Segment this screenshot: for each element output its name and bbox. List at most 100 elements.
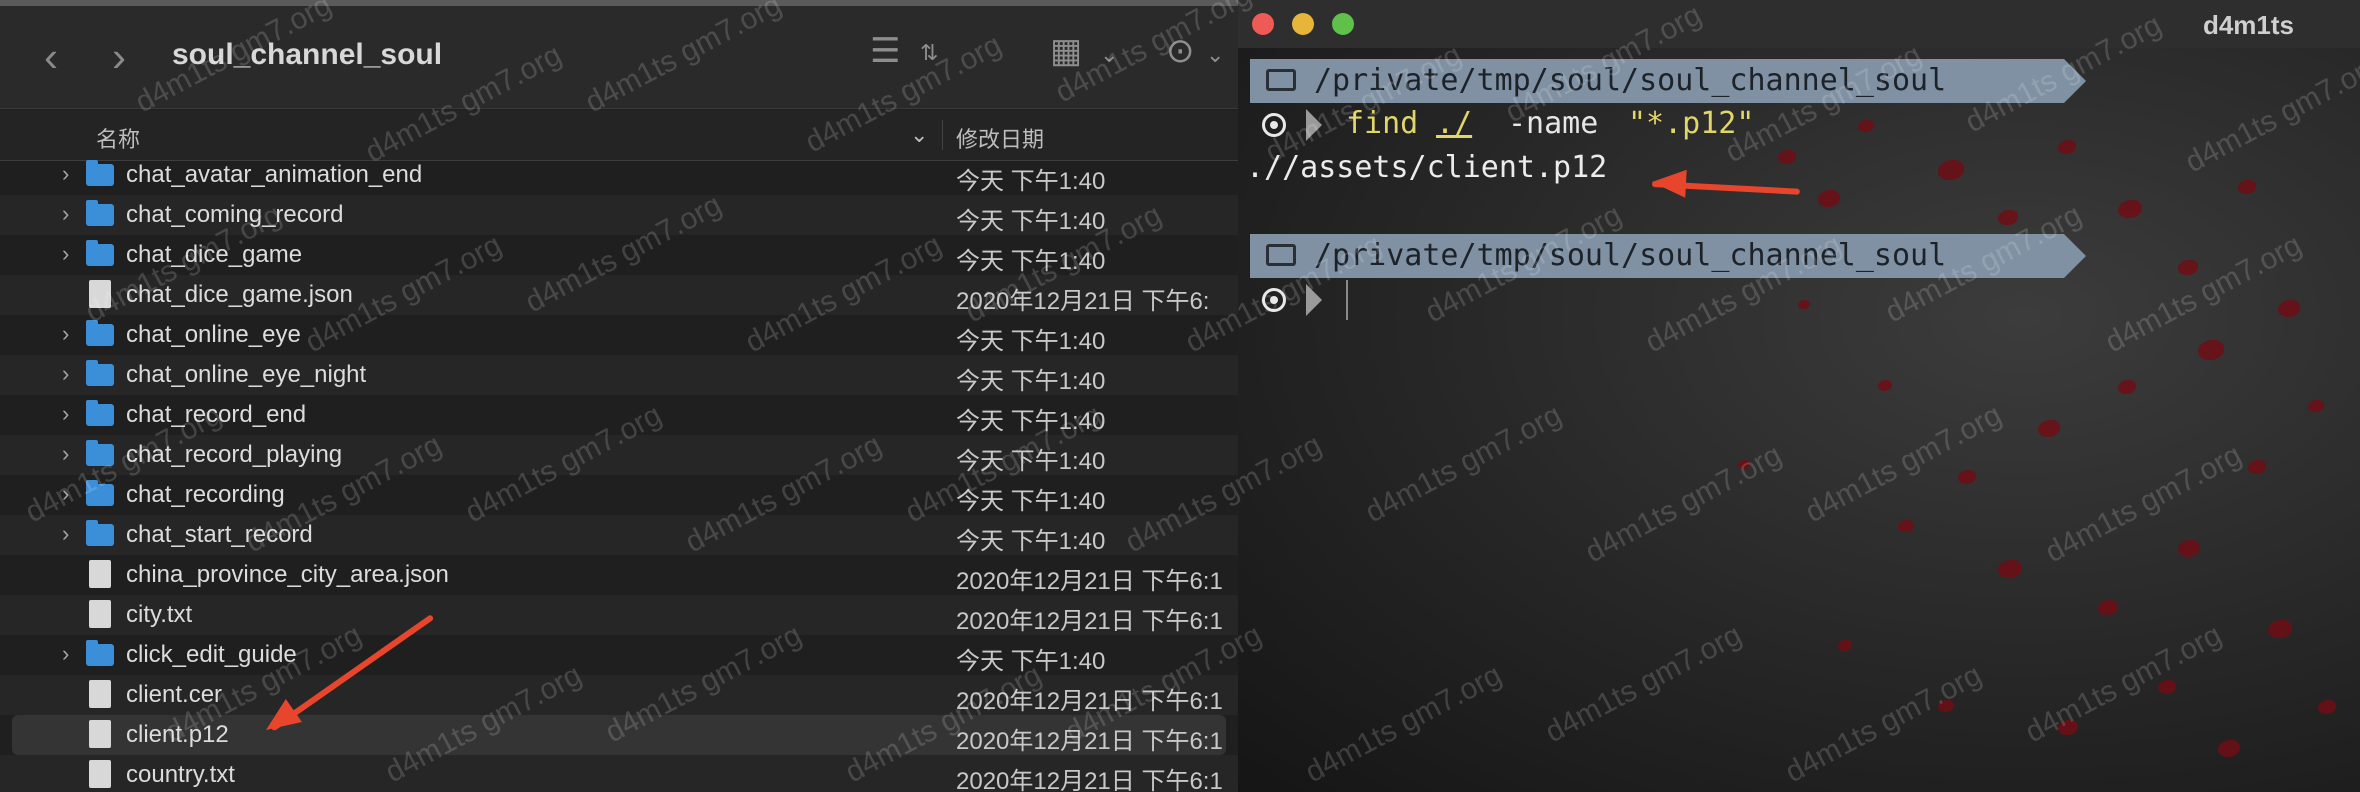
document-icon [89, 280, 111, 308]
command-output[interactable]: .//assets/client.p12 [1246, 150, 1607, 185]
document-icon [89, 560, 111, 588]
petal-shape [1958, 470, 1976, 484]
minimize-button[interactable] [1292, 13, 1314, 35]
file-name: chat_avatar_animation_end [126, 161, 423, 188]
folder-row[interactable]: › click_edit_guide 今天 下午1:40 [0, 635, 1238, 675]
modified-date: 今天 下午1:40 [956, 168, 1106, 195]
disclosure-chevron-icon[interactable]: › [62, 161, 69, 187]
folder-row[interactable]: › chat_record_playing 今天 下午1:40 [0, 435, 1238, 475]
folder-row[interactable]: › chat_record_end 今天 下午1:40 [0, 395, 1238, 435]
file-row[interactable]: client.cer 2020年12月21日 下午6:1 [0, 675, 1238, 715]
folder-icon [86, 400, 114, 426]
modified-date: 今天 下午1:40 [956, 448, 1106, 475]
sort-chevron-icon[interactable]: ⌄ [910, 122, 928, 148]
column-header: 名称 ⌄ 修改日期 [0, 110, 1238, 161]
text-cursor[interactable] [1346, 280, 1348, 320]
grid-icon[interactable]: ▦ [1050, 34, 1082, 68]
folder-icon [86, 360, 114, 386]
petal-shape [1738, 460, 1750, 469]
back-button[interactable]: ‹ [44, 36, 58, 78]
petal-shape [2038, 420, 2060, 437]
folder-row[interactable]: › chat_dice_game 今天 下午1:40 [0, 235, 1238, 275]
petal-shape [2098, 600, 2118, 615]
petal-shape [1858, 120, 1874, 132]
petal-shape [2158, 680, 2176, 694]
modified-date: 今天 下午1:40 [956, 328, 1106, 355]
disclosure-chevron-icon[interactable]: › [62, 401, 69, 427]
petal-shape [1938, 700, 1954, 712]
prompt-path-1: /private/tmp/soul/soul_channel_soul [1314, 63, 1947, 98]
disclosure-chevron-icon[interactable]: › [62, 201, 69, 227]
disclosure-chevron-icon[interactable]: › [62, 481, 69, 507]
modified-date: 2020年12月21日 下午6: [956, 288, 1210, 315]
petal-shape [2278, 300, 2300, 317]
petal-shape [2268, 620, 2292, 638]
folder-icon [86, 440, 114, 466]
file-name: chat_recording [126, 481, 285, 508]
file-name: chat_online_eye [126, 321, 301, 348]
modified-date: 今天 下午1:40 [956, 648, 1106, 675]
folder-row[interactable]: › chat_start_record 今天 下午1:40 [0, 515, 1238, 555]
petal-shape [1798, 300, 1810, 309]
document-icon [89, 600, 111, 628]
disclosure-chevron-icon[interactable]: › [62, 521, 69, 547]
modified-date: 今天 下午1:40 [956, 248, 1106, 275]
petal-shape [2178, 540, 2200, 557]
file-name: client.cer [126, 681, 223, 708]
file-row[interactable]: country.txt 2020年12月21日 下午6:1 [0, 755, 1238, 792]
window-edge [0, 0, 1238, 6]
column-date[interactable]: 修改日期 [956, 122, 1044, 154]
prompt-arrow-icon [2064, 59, 2086, 103]
command-dir: ./ [1436, 106, 1473, 141]
zoom-button[interactable] [1332, 13, 1354, 35]
petal-shape [2308, 400, 2324, 412]
folder-icon [86, 160, 114, 186]
folder-open-icon [1266, 69, 1296, 91]
file-row[interactable]: chat_dice_game.json 2020年12月21日 下午6: [0, 275, 1238, 315]
petal-shape [2218, 740, 2240, 757]
list-view-icon[interactable]: ☰ [870, 34, 900, 68]
close-button[interactable] [1252, 13, 1274, 35]
debian-swirl-icon [1262, 113, 1286, 137]
petal-shape [2058, 720, 2078, 735]
petal-shape [2178, 260, 2198, 275]
ellipsis-icon[interactable]: ⊙ [1166, 34, 1195, 68]
file-row[interactable]: city.txt 2020年12月21日 下午6:1 [0, 595, 1238, 635]
view-options-chevron-icon[interactable]: ⇅ [920, 42, 938, 64]
finder-window: ‹ › soul_channel_soul ☰ ⇅ ▦ ⌄ ⊙ ⌄ 名称 ⌄ 修… [0, 0, 1238, 792]
folder-icon [86, 480, 114, 506]
disclosure-chevron-icon[interactable]: › [62, 361, 69, 387]
forward-button[interactable]: › [112, 36, 126, 78]
modified-date: 今天 下午1:40 [956, 488, 1106, 515]
disclosure-chevron-icon[interactable]: › [62, 641, 69, 667]
petal-shape [1998, 560, 2022, 578]
finder-toolbar: ‹ › soul_channel_soul ☰ ⇅ ▦ ⌄ ⊙ ⌄ [0, 0, 1238, 109]
file-name: client.p12 [126, 721, 229, 748]
folder-open-icon [1266, 244, 1296, 266]
more-chevron-icon[interactable]: ⌄ [1206, 44, 1224, 66]
column-divider [942, 120, 943, 150]
folder-row[interactable]: › chat_recording 今天 下午1:40 [0, 475, 1238, 515]
folder-row[interactable]: › chat_online_eye 今天 下午1:40 [0, 315, 1238, 355]
folder-row[interactable]: › chat_online_eye_night 今天 下午1:40 [0, 355, 1238, 395]
file-row[interactable]: china_province_city_area.json 2020年12月21日… [0, 555, 1238, 595]
group-chevron-icon[interactable]: ⌄ [1100, 44, 1118, 66]
petal-shape [2118, 200, 2142, 218]
file-name: chat_coming_record [126, 201, 344, 228]
file-row[interactable]: client.p12 2020年12月21日 下午6:1 [12, 715, 1226, 755]
petal-shape [2058, 140, 2076, 154]
red-arrow-head-terminal [1651, 168, 1687, 198]
prompt-arrow-icon [2064, 234, 2086, 278]
modified-date: 今天 下午1:40 [956, 368, 1106, 395]
disclosure-chevron-icon[interactable]: › [62, 441, 69, 467]
folder-row[interactable]: › chat_coming_record 今天 下午1:40 [0, 195, 1238, 235]
modified-date: 2020年12月21日 下午6:1 [956, 608, 1223, 635]
column-name[interactable]: 名称 [96, 122, 140, 154]
folder-row[interactable]: › chat_avatar_animation_end 今天 下午1:40 [0, 155, 1238, 195]
petal-shape [1998, 210, 2018, 225]
terminal-titlebar: d4m1ts [1238, 0, 2360, 48]
file-list: › chat_avatar_animation_end 今天 下午1:40 › chat… [0, 155, 1238, 792]
petal-shape [1878, 380, 1892, 391]
disclosure-chevron-icon[interactable]: › [62, 241, 69, 267]
disclosure-chevron-icon[interactable]: › [62, 321, 69, 347]
